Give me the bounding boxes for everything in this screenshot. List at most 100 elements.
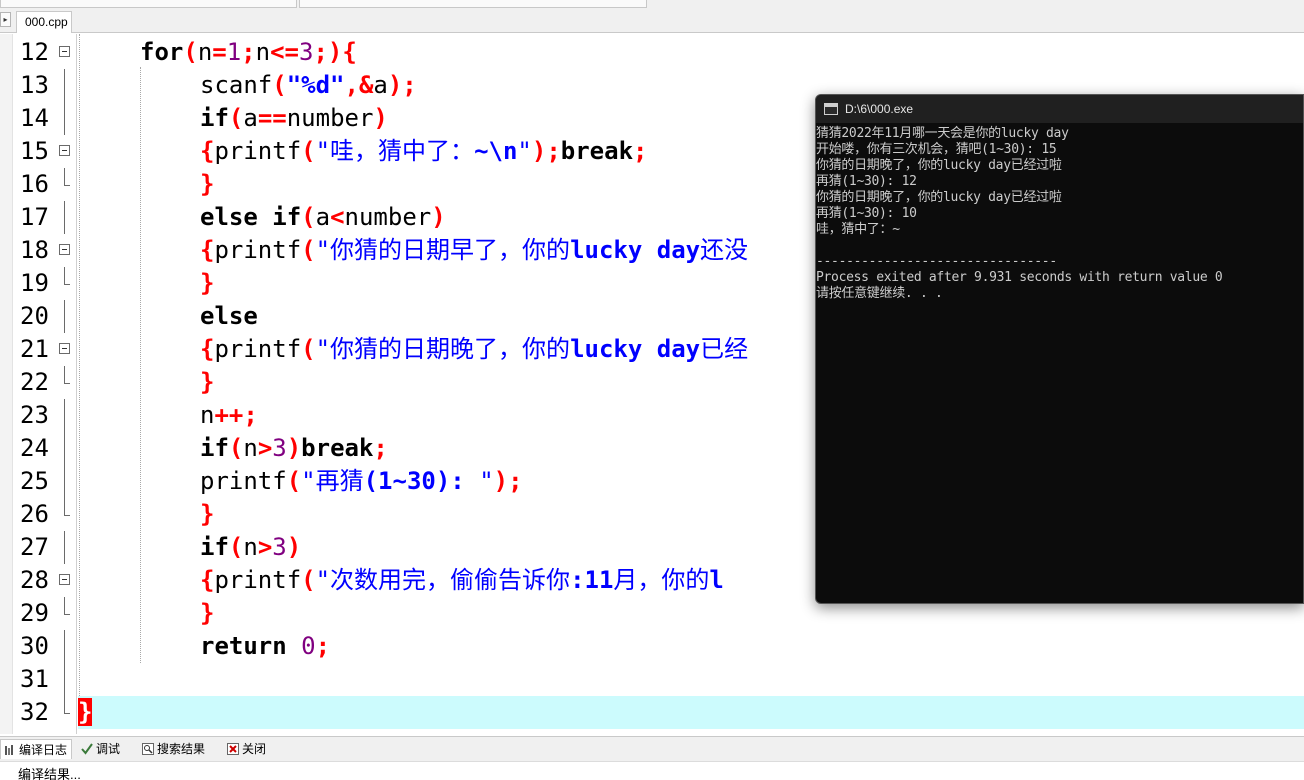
tab-label: 编译日志 [19,743,68,757]
fold-toggle-icon[interactable] [59,145,70,156]
fold-end-marker [64,498,70,516]
fold-end-marker [64,267,70,285]
console-app-icon [824,103,838,115]
code-text: scanf("%d",&a); [200,71,417,99]
line-number: 31 [20,665,49,693]
console-output: 猜猜2022年11月哪一天会是你的lucky day 开始喽，你有三次机会，猜吧… [816,126,1303,302]
fold-line [64,531,65,564]
tab-label: 调试 [96,742,121,756]
fold-toggle-icon[interactable] [59,46,70,57]
line-number: 27 [20,533,49,561]
fold-end-marker [64,597,70,615]
fold-line [64,300,65,333]
code-text: } [200,269,215,297]
line-number: 23 [20,401,49,429]
tab-debug[interactable]: 调试 [78,739,134,759]
console-window[interactable]: D:\6\000.exe 猜猜2022年11月哪一天会是你的lucky day … [815,94,1304,604]
console-line: 你猜的日期晚了，你的lucky day已经过啦 [816,190,1062,205]
top-toolbar-strip [0,0,1304,10]
code-line-current: 32 } [0,696,1304,729]
code-text: } [200,599,215,627]
matched-brace: } [78,698,93,726]
line-number: 19 [20,269,49,297]
line-number: 26 [20,500,49,528]
code-text: printf("再猜(1~30): "); [200,467,523,495]
line-number: 15 [20,137,49,165]
fold-end-marker [64,696,70,714]
compile-log-panel: 编译结果... [0,761,1304,780]
code-text: if(n>3) [200,533,302,561]
code-line: 31 [0,663,1304,696]
line-number: 28 [20,566,49,594]
search-results-icon [142,743,154,755]
code-text: } [200,170,215,198]
console-line: 再猜(1~30): 12 [816,174,917,189]
tab-label: 搜索结果 [157,742,206,756]
line-number: 13 [20,71,49,99]
line-number: 16 [20,170,49,198]
code-text: } [200,500,215,528]
line-number: 14 [20,104,49,132]
console-line: 再猜(1~30): 10 [816,206,917,221]
file-tab-000-cpp[interactable]: 000.cpp [16,11,72,33]
line-number: 30 [20,632,49,660]
fold-line [64,102,65,135]
code-text: {printf("你猜的日期晚了，你的lucky day已经 [200,335,749,363]
code-text: {printf("次数用完，偷偷告诉你:11月，你的l [200,566,724,594]
tab-search-results[interactable]: 搜索结果 [139,739,219,759]
fold-line [64,201,65,234]
line-number: 32 [20,698,49,726]
compile-log-icon [5,745,13,755]
code-text: } [200,368,215,396]
fold-end-marker [64,366,70,384]
console-title-bar[interactable]: D:\6\000.exe [816,95,1303,123]
console-line: 哇，猜中了：~ [816,222,900,237]
line-number: 21 [20,335,49,363]
code-text: else if(a<number) [200,203,446,231]
line-number: 12 [20,38,49,66]
console-line: Process exited after 9.931 seconds with … [816,270,1223,285]
fold-line [64,432,65,465]
console-line: 请按任意键继续. . . [816,286,943,301]
line-number: 22 [20,368,49,396]
console-line: 猜猜2022年11月哪一天会是你的lucky day [816,126,1069,141]
line-number: 24 [20,434,49,462]
tab-scroll-arrow-icon[interactable]: ▸ [0,12,11,27]
compile-result-text: 编译结果... [18,767,81,780]
bottom-panel-tabs: 编译日志 调试 搜索结果 关闭 [0,736,1304,761]
fold-end-marker [64,168,70,186]
code-text: } [78,696,93,729]
fold-line [64,69,65,102]
code-text: if(n>3)break; [200,434,388,462]
code-line: 12 for(n=1;n<=3;){ [0,36,1304,69]
console-line: 你猜的日期晚了，你的lucky day已经过啦 [816,158,1062,173]
line-number: 25 [20,467,49,495]
close-icon [227,743,239,755]
console-title: D:\6\000.exe [845,102,914,116]
code-text: return 0; [200,632,331,660]
console-line: 开始喽，你有三次机会，猜吧(1~30): 15 [816,142,1057,157]
code-text: for(n=1;n<=3;){ [140,38,357,66]
line-number: 20 [20,302,49,330]
fold-line [64,630,65,663]
fold-line [64,465,65,498]
editor-tab-bar: ▸ 000.cpp [0,10,1304,33]
line-number: 29 [20,599,49,627]
line-number: 17 [20,203,49,231]
tab-compile-log[interactable]: 编译日志 [0,739,72,759]
tab-close[interactable]: 关闭 [224,739,278,759]
code-text: else [200,302,258,330]
code-line: 30 return 0; [0,630,1304,663]
toolbar-field-left[interactable] [0,0,297,8]
fold-toggle-icon[interactable] [59,574,70,585]
fold-toggle-icon[interactable] [59,343,70,354]
code-text: n++; [200,401,258,429]
code-text: if(a==number) [200,104,388,132]
toolbar-field-right[interactable] [299,0,647,8]
fold-toggle-icon[interactable] [59,244,70,255]
fold-line [64,663,65,696]
fold-line [64,399,65,432]
console-line: -------------------------------- [816,254,1057,269]
code-text: {printf("哇，猜中了：~\n");break; [200,137,648,165]
